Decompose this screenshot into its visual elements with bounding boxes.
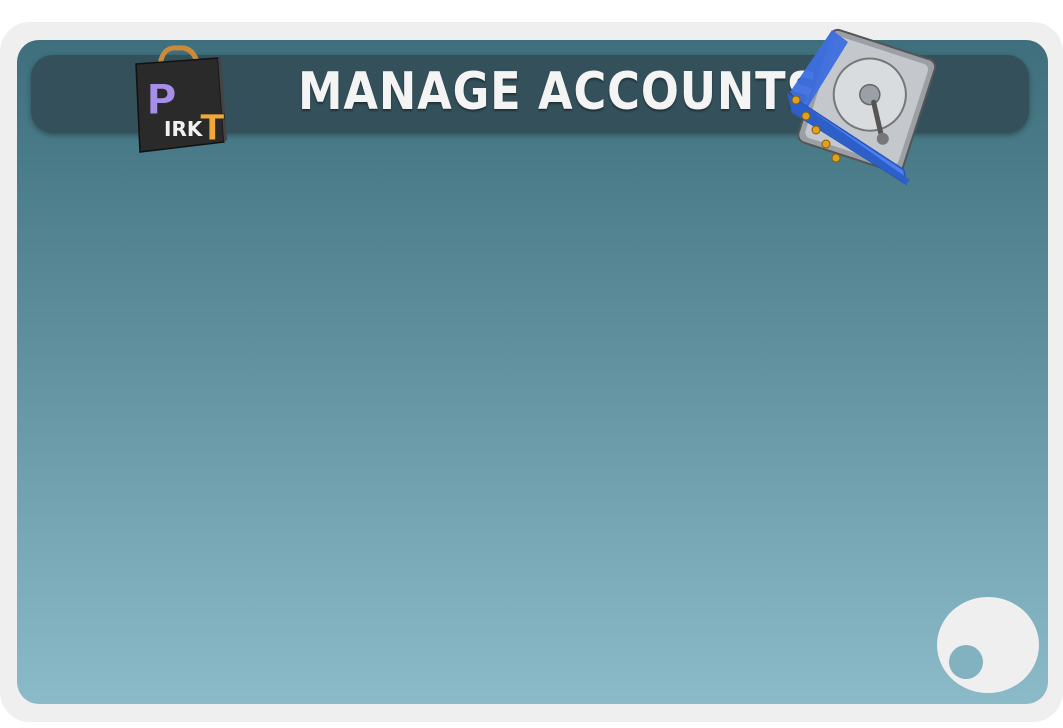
- hard-drive-icon: [782, 20, 944, 188]
- shopping-bag-logo-icon: P IRK T: [128, 44, 228, 156]
- page-title: MANAGE ACCOUNTS: [298, 62, 820, 122]
- svg-text:IRK: IRK: [164, 117, 204, 141]
- svg-text:T: T: [200, 108, 225, 149]
- circle-orb-icon[interactable]: [936, 596, 1040, 694]
